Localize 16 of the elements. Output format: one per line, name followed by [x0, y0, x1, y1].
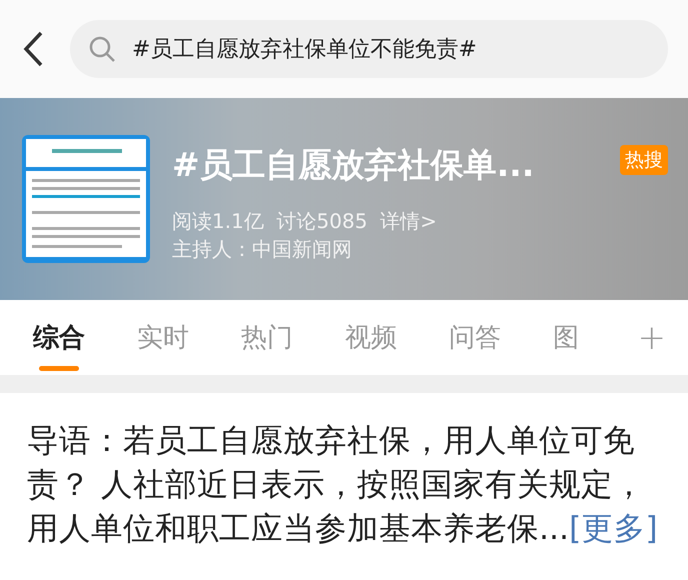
add-tab-button[interactable]: +	[638, 318, 666, 358]
search-field[interactable]: #员工自愿放弃社保单位不能免责#	[70, 20, 668, 78]
tab[interactable]: 视频	[345, 300, 397, 375]
hot-search-badge: 热搜	[620, 145, 668, 175]
more-link[interactable]: [更多]	[569, 511, 658, 547]
search-icon	[88, 35, 116, 63]
tab[interactable]: 图	[553, 300, 587, 375]
topic-host: 主持人：中国新闻网	[172, 236, 353, 263]
back-icon[interactable]	[22, 31, 44, 67]
topic-title: #员工自愿放弃社保单...	[172, 144, 534, 186]
tab[interactable]: 实时	[137, 300, 189, 375]
topic-stats[interactable]: 阅读1.1亿 讨论5085 详情>	[172, 207, 668, 235]
tab[interactable]: 问答	[449, 300, 501, 375]
tab[interactable]: 热门	[241, 300, 293, 375]
tab[interactable]: 综合	[33, 300, 85, 375]
lead-paragraph: 导语：若员工自愿放弃社保，用人单位可免责？ 人社部近日表示，按照国家有关规定，用人单位和职工应当参加基本养老保...[更多]	[27, 422, 659, 549]
